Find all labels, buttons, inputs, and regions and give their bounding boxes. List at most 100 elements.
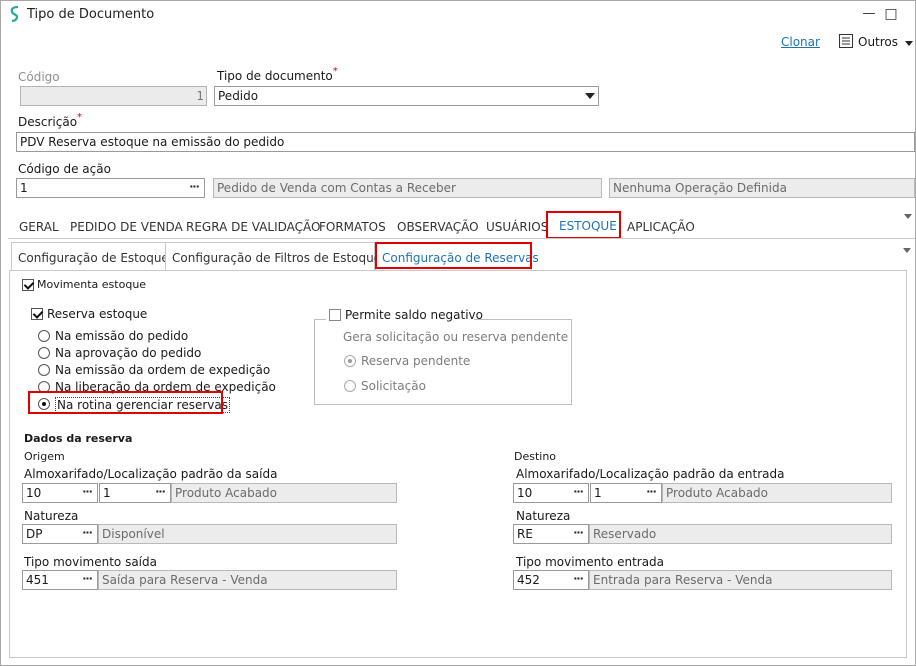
radio-emissao-pedido[interactable] xyxy=(38,330,50,342)
codigo-label: Código xyxy=(18,70,60,84)
chevron-down-icon xyxy=(905,41,913,46)
lookup-button[interactable]: ··· xyxy=(568,484,588,502)
required-mark: * xyxy=(77,112,83,123)
permite-saldo-label: Permite saldo negativo xyxy=(345,308,483,322)
destino-natureza-desc: Reservado xyxy=(593,527,657,541)
origem-natureza-desc: Disponível xyxy=(102,527,165,541)
codigo-field: 1 xyxy=(20,86,207,106)
tab-regra-de-validacao[interactable]: REGRA DE VALIDAÇÃO xyxy=(186,220,320,234)
lookup-button[interactable]: ··· xyxy=(184,179,204,197)
descricao-label: Descrição* xyxy=(18,112,83,129)
codigo-acao-label: Código de ação xyxy=(18,162,111,176)
descricao-label-text: Descrição xyxy=(18,115,78,129)
origem-natureza-label: Natureza xyxy=(24,509,79,523)
radio-aprovacao-pedido-label: Na aprovação do pedido xyxy=(55,346,202,360)
tabs-divider xyxy=(8,238,915,239)
destino-natureza-value: RE xyxy=(517,527,533,541)
destino-loc-value: 1 xyxy=(594,486,602,500)
outros-menu-button[interactable]: Outros xyxy=(837,32,915,52)
lookup-button[interactable]: ··· xyxy=(77,484,97,502)
destino-tipo-desc: Entrada para Reserva - Venda xyxy=(593,573,773,587)
tab-usuarios[interactable]: USUÁRIOS xyxy=(486,220,548,234)
destino-loc-input[interactable]: 1 ··· xyxy=(590,483,662,503)
destino-title: Destino xyxy=(514,450,557,463)
acao-description-field: Pedido de Venda com Contas a Receber xyxy=(213,178,602,198)
gera-solicitacao-label: Gera solicitação ou reserva pendente xyxy=(343,330,569,344)
destino-natureza-desc-field: Reservado xyxy=(589,524,892,544)
outros-label: Outros xyxy=(858,35,899,49)
subtab-reservas-highlight xyxy=(375,242,532,269)
origem-natureza-desc-field: Disponível xyxy=(98,524,397,544)
movimenta-estoque-checkbox[interactable] xyxy=(22,279,34,291)
lookup-button[interactable]: ··· xyxy=(641,484,661,502)
destino-tipo-desc-field: Entrada para Reserva - Venda xyxy=(589,570,892,590)
acao-description: Pedido de Venda com Contas a Receber xyxy=(217,181,456,195)
tipo-documento-label-text: Tipo de documento xyxy=(217,69,333,83)
origem-tipo-label: Tipo movimento saída xyxy=(24,555,157,569)
destino-natureza-input[interactable]: RE ··· xyxy=(513,524,589,544)
radio-emissao-ordem[interactable] xyxy=(38,364,50,376)
tab-estoque-highlight xyxy=(546,211,621,239)
maximize-button[interactable]: □ xyxy=(881,5,901,23)
document-type-window: Tipo de Documento — □ ✕ Clonar Outros Có… xyxy=(0,0,916,666)
origem-loc-input[interactable]: 1 ··· xyxy=(99,483,171,503)
destino-tipo-input[interactable]: 452 ··· xyxy=(513,570,589,590)
subtab-configuracao-estoque[interactable]: Configuração de Estoque xyxy=(11,242,169,271)
subtab-filtros-estoque-label: Configuração de Filtros de Estoque xyxy=(172,251,382,265)
destino-almox-input[interactable]: 10 ··· xyxy=(513,483,589,503)
destino-natureza-label: Natureza xyxy=(516,509,571,523)
lookup-button[interactable]: ··· xyxy=(568,525,588,543)
origem-tipo-input[interactable]: 451 ··· xyxy=(22,570,98,590)
origem-almox-input[interactable]: 10 ··· xyxy=(22,483,98,503)
radio-aprovacao-pedido[interactable] xyxy=(38,347,50,359)
destino-tipo-label: Tipo movimento entrada xyxy=(516,555,665,569)
tab-pedido-de-venda[interactable]: PEDIDO DE VENDA xyxy=(70,220,183,234)
lookup-button[interactable]: ··· xyxy=(77,525,97,543)
origem-natureza-input[interactable]: DP ··· xyxy=(22,524,98,544)
tipo-documento-value: Pedido xyxy=(218,89,259,103)
gerenciar-reservas-highlight xyxy=(28,391,223,414)
origem-tipo-desc-field: Saída para Reserva - Venda xyxy=(98,570,397,590)
origem-tipo-desc: Saída para Reserva - Venda xyxy=(102,573,268,587)
radio-reserva-pendente-label: Reserva pendente xyxy=(361,354,471,368)
destino-almox-value: 10 xyxy=(517,486,533,500)
title-bar: Tipo de Documento — □ ✕ xyxy=(1,1,915,28)
tipo-documento-label: Tipo de documento* xyxy=(217,66,338,83)
tipo-documento-select[interactable]: Pedido xyxy=(214,86,599,106)
dropdown-arrow-icon xyxy=(585,93,595,99)
movimenta-estoque-label: Movimenta estoque xyxy=(37,278,147,291)
radio-reserva-pendente[interactable] xyxy=(344,355,356,367)
tab-formatos[interactable]: FORMATOS xyxy=(319,220,386,234)
clonar-link[interactable]: Clonar xyxy=(781,35,820,49)
codigo-acao-input[interactable]: 1 ··· xyxy=(16,178,205,198)
subtab-configuracao-estoque-label: Configuração de Estoque xyxy=(18,251,169,265)
descricao-input[interactable]: PDV Reserva estoque na emissão do pedido xyxy=(16,132,915,152)
radio-solicitacao-label: Solicitação xyxy=(361,379,426,393)
descricao-value: PDV Reserva estoque na emissão do pedido xyxy=(20,135,285,149)
subtabs-scroll-icon[interactable] xyxy=(903,248,911,253)
reserva-estoque-label: Reserva estoque xyxy=(47,307,148,321)
radio-solicitacao[interactable] xyxy=(344,380,356,392)
permite-saldo-checkbox[interactable] xyxy=(329,309,341,321)
origem-tipo-value: 451 xyxy=(26,573,49,587)
destino-loc-desc: Produto Acabado xyxy=(666,486,768,500)
reserva-estoque-checkbox[interactable] xyxy=(31,308,43,320)
origem-loc-desc: Produto Acabado xyxy=(175,486,277,500)
destino-almox-label: Almoxarifado/Localização padrão da entra… xyxy=(516,467,785,481)
lookup-button[interactable]: ··· xyxy=(150,484,170,502)
operacao-description: Nenhuma Operação Definida xyxy=(613,181,787,195)
tabs-scroll-icon[interactable] xyxy=(904,214,912,219)
radio-emissao-pedido-label: Na emissão do pedido xyxy=(55,329,189,343)
origem-almox-value: 10 xyxy=(26,486,42,500)
origem-loc-value: 1 xyxy=(103,486,111,500)
origem-almox-label: Almoxarifado/Localização padrão da saída xyxy=(24,467,278,481)
tab-aplicacao[interactable]: APLICAÇÃO xyxy=(627,220,695,234)
tab-observacao[interactable]: OBSERVAÇÃO xyxy=(397,220,479,234)
minimize-button[interactable]: — xyxy=(859,5,879,23)
tab-geral[interactable]: GERAL xyxy=(19,220,59,234)
subtab-filtros-estoque[interactable]: Configuração de Filtros de Estoque xyxy=(165,242,381,271)
origem-title: Origem xyxy=(24,450,65,463)
lookup-button[interactable]: ··· xyxy=(77,571,97,589)
dados-reserva-title: Dados da reserva xyxy=(24,432,133,445)
lookup-button[interactable]: ··· xyxy=(568,571,588,589)
